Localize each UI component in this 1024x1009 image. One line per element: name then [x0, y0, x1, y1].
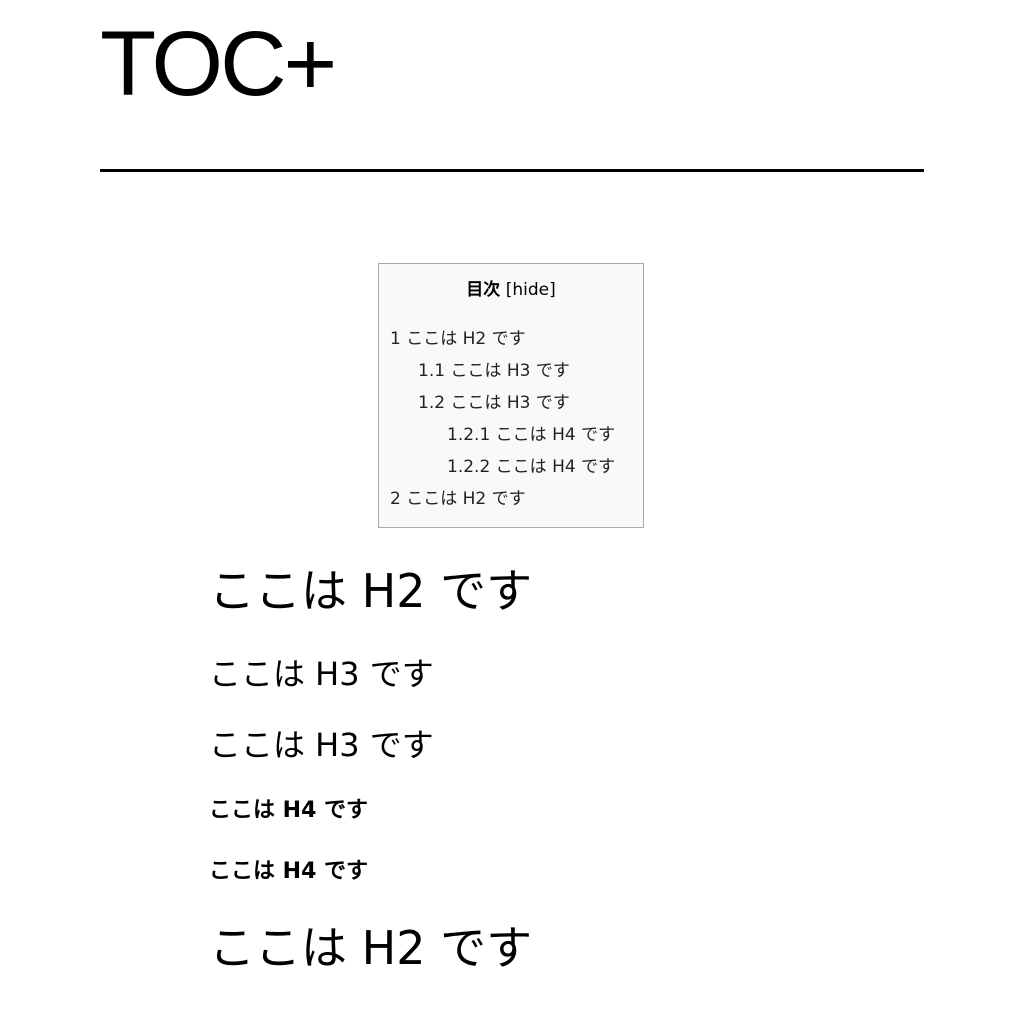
toc-list: 1 ここは H2 です 1.1 ここは H3 です 1.2 ここは H3 です …	[390, 328, 615, 520]
toc-link[interactable]: 2 ここは H2 です	[390, 489, 526, 509]
toc-link[interactable]: 1 ここは H2 です	[390, 329, 526, 349]
heading-h3: ここは H3 です	[209, 726, 434, 764]
toc-item[interactable]: 1.2 ここは H3 です	[390, 392, 615, 424]
heading-h4: ここは H4 です	[209, 859, 369, 884]
site-title[interactable]: TOC+	[100, 14, 337, 114]
heading-h2: ここは H2 です	[209, 921, 533, 975]
heading-h4: ここは H4 です	[209, 798, 369, 823]
toc-link[interactable]: 1.2.1 ここは H4 です	[447, 425, 615, 445]
toc-item[interactable]: 1.1 ここは H3 です	[390, 360, 615, 392]
toc-item[interactable]: 1.2.2 ここは H4 です	[390, 456, 615, 488]
toc-title: 目次	[466, 280, 501, 300]
toc-item[interactable]: 1 ここは H2 です	[390, 328, 615, 360]
toc-item[interactable]: 2 ここは H2 です	[390, 488, 615, 520]
toc-link[interactable]: 1.1 ここは H3 です	[418, 361, 570, 381]
toc-hide-toggle[interactable]: [hide]	[506, 280, 556, 300]
toc-header: 目次 [hide]	[379, 279, 643, 301]
toc-link[interactable]: 1.2.2 ここは H4 です	[447, 457, 615, 477]
toc-item[interactable]: 1.2.1 ここは H4 です	[390, 424, 615, 456]
heading-h3: ここは H3 です	[209, 655, 434, 693]
heading-h2: ここは H2 です	[209, 564, 533, 618]
title-divider	[100, 169, 924, 172]
table-of-contents: 目次 [hide] 1 ここは H2 です 1.1 ここは H3 です 1.2 …	[378, 263, 644, 528]
toc-link[interactable]: 1.2 ここは H3 です	[418, 393, 570, 413]
